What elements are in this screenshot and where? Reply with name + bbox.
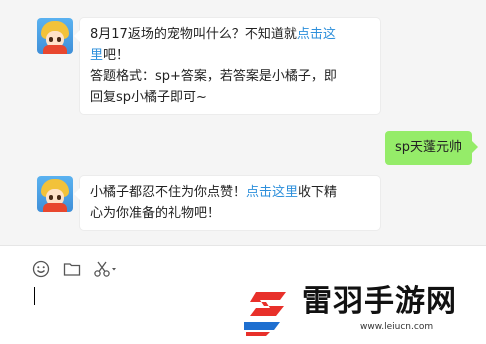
message-line: 里吧！ bbox=[90, 48, 130, 63]
watermark: 雷羽手游网 www.leiucn.com bbox=[236, 282, 484, 340]
chevron-down-icon bbox=[112, 268, 116, 271]
message-link[interactable]: 点击这里 bbox=[246, 185, 298, 200]
message-line: 小橘子都忍不住为你点赞！点击这里收下精 bbox=[90, 185, 338, 200]
emoji-icon[interactable] bbox=[32, 260, 50, 278]
message-link[interactable]: 点击这 bbox=[297, 27, 336, 42]
bot-avatar[interactable] bbox=[37, 18, 73, 54]
message-bubble-bot: 8月17返场的宠物叫什么？不知道就点击这 里吧！ 答题格式：sp+答案，若答案是… bbox=[74, 18, 380, 114]
message-line: 答题格式：sp+答案，若答案是小橘子，即 bbox=[90, 69, 337, 84]
message-bubble-bot: 小橘子都忍不住为你点赞！点击这里收下精 心为你准备的礼物吧！ bbox=[74, 176, 380, 230]
message-line: 回复sp小橘子即可~ bbox=[90, 90, 207, 105]
chat-history: 8月17返场的宠物叫什么？不知道就点击这 里吧！ 答题格式：sp+答案，若答案是… bbox=[0, 0, 486, 245]
folder-icon[interactable] bbox=[63, 260, 81, 278]
message-line: 心为你准备的礼物吧！ bbox=[90, 206, 221, 221]
watermark-title: 雷羽手游网 bbox=[302, 284, 457, 319]
text-cursor bbox=[34, 287, 35, 305]
message-link[interactable]: 里 bbox=[90, 48, 103, 63]
bot-avatar[interactable] bbox=[37, 176, 73, 212]
watermark-logo bbox=[244, 292, 286, 336]
message-bubble-me: sp天蓬元帅 bbox=[385, 131, 479, 165]
message-text: sp天蓬元帅 bbox=[395, 140, 463, 155]
scissors-icon[interactable] bbox=[93, 260, 119, 278]
watermark-url: www.leiucn.com bbox=[360, 322, 434, 332]
message-line: 8月17返场的宠物叫什么？不知道就点击这 bbox=[90, 27, 336, 42]
